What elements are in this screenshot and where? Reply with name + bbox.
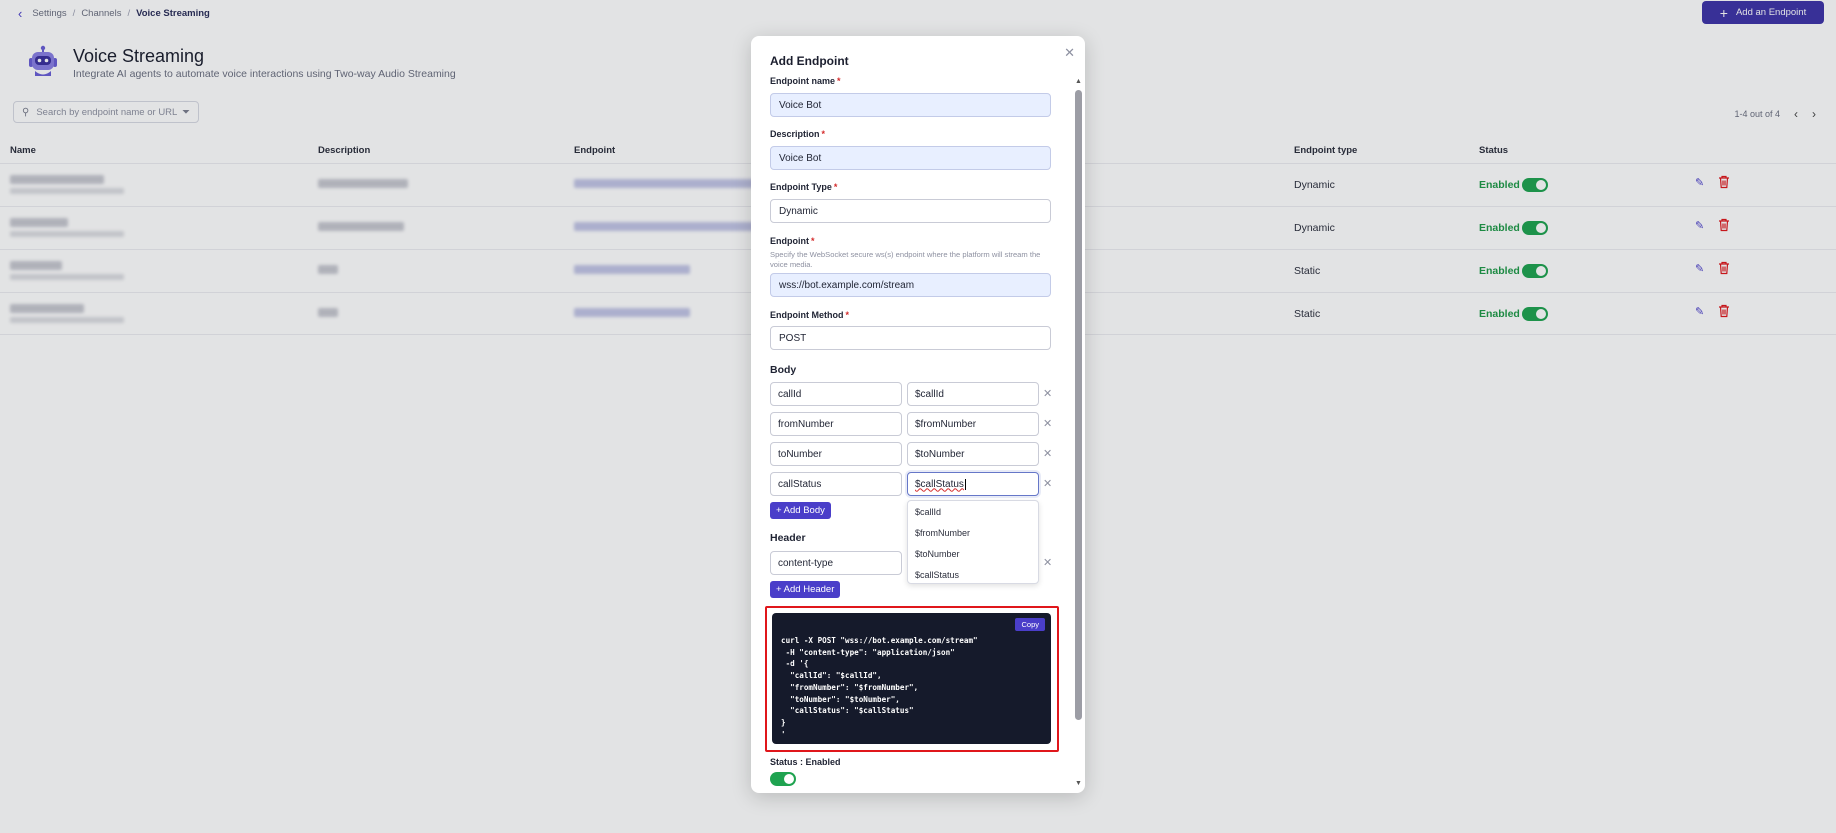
- add-body-button[interactable]: + Add Body: [770, 502, 831, 519]
- status-toggle[interactable]: [770, 772, 796, 786]
- body-value-input[interactable]: $callId: [907, 382, 1039, 406]
- scroll-thumb[interactable]: [1075, 90, 1082, 720]
- body-key-input[interactable]: fromNumber: [770, 412, 902, 436]
- remove-icon[interactable]: ✕: [1043, 417, 1052, 430]
- body-key-input[interactable]: callStatus: [770, 472, 902, 496]
- body-heading: Body: [770, 364, 797, 376]
- remove-icon[interactable]: ✕: [1043, 447, 1052, 460]
- variable-suggestions-dropdown: $callId $fromNumber $toNumber $callStatu…: [907, 500, 1039, 584]
- remove-icon[interactable]: ✕: [1043, 387, 1052, 400]
- voice-streaming-page: ‹ Settings / Channels / Voice Streaming …: [0, 0, 1836, 833]
- endpoint-type-label: Endpoint Type *: [770, 182, 838, 192]
- body-value-input[interactable]: $toNumber: [907, 442, 1039, 466]
- add-header-button[interactable]: + Add Header: [770, 581, 841, 598]
- endpoint-type-select[interactable]: Dynamic: [770, 199, 1051, 223]
- body-key-input[interactable]: toNumber: [770, 442, 902, 466]
- endpoint-hint: Specify the WebSocket secure ws(s) endpo…: [770, 250, 1041, 269]
- suggestion-item[interactable]: $fromNumber: [908, 522, 1038, 543]
- endpoint-method-label: Endpoint Method *: [770, 310, 849, 320]
- remove-icon[interactable]: ✕: [1043, 556, 1052, 569]
- endpoint-name-input[interactable]: Voice Bot: [770, 93, 1051, 117]
- suggestion-item[interactable]: $callId: [908, 501, 1038, 522]
- code-line: "fromNumber": "$fromNumber",: [781, 682, 919, 692]
- suggestion-item[interactable]: $callStatus: [908, 564, 1038, 585]
- code-line: -H "content-type": "application/json": [781, 647, 955, 657]
- text-caret: [964, 478, 966, 490]
- endpoint-label: Endpoint *: [770, 236, 815, 246]
- endpoint-url-input[interactable]: wss://bot.example.com/stream: [770, 273, 1051, 297]
- code-line: curl -X POST "wss://bot.example.com/stre…: [781, 636, 978, 645]
- curl-code: curl -X POST "wss://bot.example.com/stre…: [781, 635, 978, 740]
- description-label: Description *: [770, 129, 826, 139]
- highlight-frame: Copy curl -X POST "wss://bot.example.com…: [765, 606, 1059, 752]
- modal-scrollbar[interactable]: ▲ ▼: [1074, 78, 1083, 787]
- modal-title: Add Endpoint: [770, 54, 849, 68]
- code-line: "callStatus": "$callStatus": [781, 706, 914, 716]
- add-endpoint-modal: Add Endpoint ✕ ▲ ▼ Endpoint name * Voice …: [751, 36, 1085, 793]
- code-line: -d '{: [781, 659, 809, 669]
- header-key-input[interactable]: content-type: [770, 551, 902, 575]
- body-key-input[interactable]: callId: [770, 382, 902, 406]
- endpoint-name-label: Endpoint name *: [770, 76, 841, 86]
- code-line: "toNumber": "$toNumber",: [781, 694, 900, 704]
- scroll-up-icon[interactable]: ▲: [1075, 78, 1082, 85]
- code-line: ': [781, 729, 786, 739]
- close-icon[interactable]: ✕: [1064, 45, 1075, 61]
- endpoint-method-select[interactable]: POST: [770, 326, 1051, 350]
- code-line: }: [781, 717, 786, 727]
- suggestion-item[interactable]: $toNumber: [908, 543, 1038, 564]
- body-value-input-focused[interactable]: $callStatus: [907, 472, 1039, 496]
- remove-icon[interactable]: ✕: [1043, 477, 1052, 490]
- body-value-text: $callStatus: [915, 478, 964, 490]
- curl-preview: Copy curl -X POST "wss://bot.example.com…: [772, 613, 1051, 744]
- copy-button[interactable]: Copy: [1015, 618, 1045, 631]
- status-label: Status : Enabled: [770, 757, 841, 767]
- code-line: "callId": "$callId",: [781, 671, 882, 681]
- description-input[interactable]: Voice Bot: [770, 146, 1051, 170]
- scroll-down-icon[interactable]: ▼: [1075, 780, 1082, 787]
- header-heading: Header: [770, 532, 806, 544]
- body-value-input[interactable]: $fromNumber: [907, 412, 1039, 436]
